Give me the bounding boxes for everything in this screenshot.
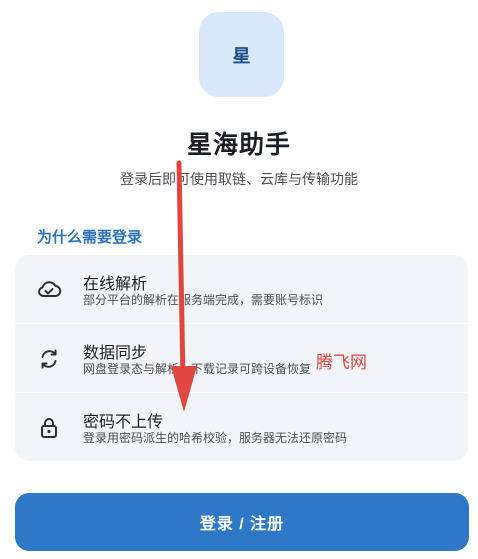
lock-icon bbox=[41, 418, 57, 438]
app-logo: 星 bbox=[199, 12, 284, 97]
watermark: 腾飞网 bbox=[316, 353, 367, 373]
sync-icon bbox=[41, 349, 57, 369]
login-button-label: 登录 / 注册 bbox=[199, 516, 285, 533]
feature-desc: 部分平台的解析在服务端完成，需要账号标识 bbox=[83, 293, 324, 307]
app-subtitle: 登录后即可使用取链、云库与传输功能 bbox=[120, 172, 358, 188]
feature-item-password-not-uploaded: 密码不上传 登录用密码派生的哈希校验，服务器无法还原密码 bbox=[15, 393, 468, 461]
feature-card: 在线解析 部分平台的解析在服务端完成，需要账号标识 数据同步 网盘登录态与解析、… bbox=[15, 255, 468, 461]
app-title: 星海助手 bbox=[186, 130, 291, 159]
section-title: 为什么需要登录 bbox=[37, 228, 143, 246]
cloud-check-icon bbox=[38, 281, 62, 297]
feature-desc: 登录用密码派生的哈希校验，服务器无法还原密码 bbox=[83, 431, 348, 445]
logo-character: 星 bbox=[232, 45, 251, 67]
feature-item-data-sync: 数据同步 网盘登录态与解析、下载记录可跨设备恢复 bbox=[15, 324, 468, 392]
feature-item-online-parse: 在线解析 部分平台的解析在服务端完成，需要账号标识 bbox=[15, 255, 468, 323]
login-register-button[interactable]: 登录 / 注册 bbox=[15, 493, 469, 551]
feature-desc: 网盘登录态与解析、下载记录可跨设备恢复 bbox=[83, 362, 312, 376]
